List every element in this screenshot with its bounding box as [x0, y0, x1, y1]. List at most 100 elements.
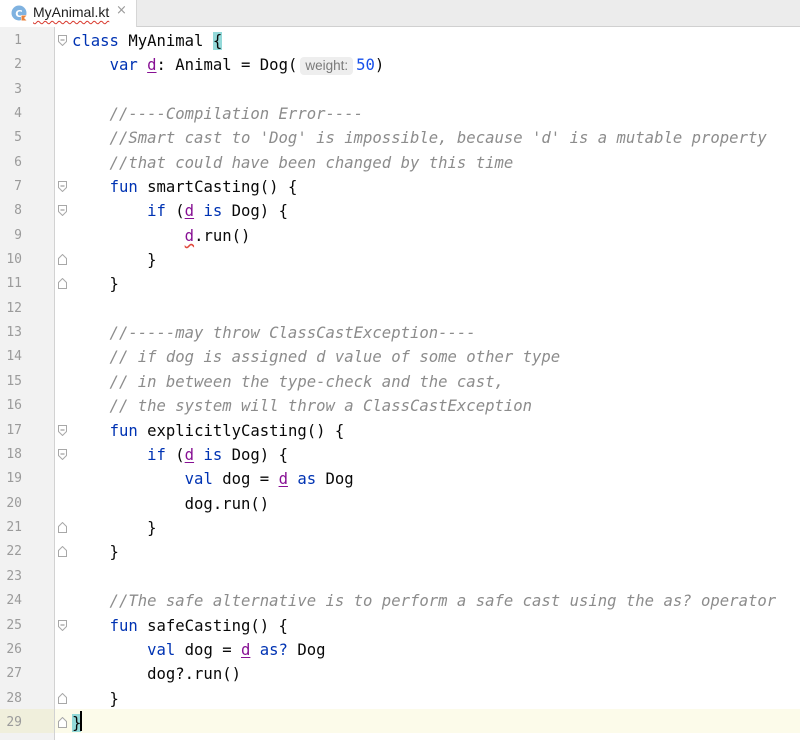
- fold-open-icon[interactable]: [58, 181, 67, 192]
- line-number: 29: [6, 715, 22, 730]
- code-fragment: (: [165, 202, 185, 220]
- line-number: 2: [14, 57, 22, 72]
- error-property-reference[interactable]: d: [185, 227, 194, 245]
- code-text: }: [72, 543, 119, 561]
- code-line: 14 // if dog is assigned d value of some…: [0, 345, 800, 369]
- comment: //The safe alternative is to perform a s…: [72, 592, 777, 610]
- code-line: 26 val dog = d as? Dog: [0, 638, 800, 662]
- keyword: fun: [109, 422, 138, 440]
- code-line: 20 dog.run(): [0, 492, 800, 516]
- code-line: 29 }: [0, 711, 800, 735]
- line-number: 19: [6, 471, 22, 486]
- code-text: fun explicitlyCasting() {: [72, 421, 345, 441]
- line-number: 8: [14, 203, 22, 218]
- code-line: 19 val dog = d as Dog: [0, 467, 800, 491]
- keyword: val: [147, 641, 176, 659]
- code-line: 5 //Smart cast to 'Dog' is impossible, b…: [0, 126, 800, 150]
- line-number: 20: [6, 496, 22, 511]
- code-fragment: smartCasting() {: [137, 178, 298, 196]
- keyword: as?: [259, 641, 288, 659]
- fold-open-icon[interactable]: [58, 425, 67, 436]
- class-name: MyAnimal: [118, 32, 213, 50]
- code-text: if (d is Dog) {: [72, 201, 288, 221]
- comment: // the system will throw a ClassCastExce…: [72, 397, 533, 415]
- code-line: 24 //The safe alternative is to perform …: [0, 589, 800, 613]
- line-number: 12: [6, 301, 22, 316]
- line-number: 22: [6, 544, 22, 559]
- property-reference: d: [147, 56, 157, 74]
- code-line: 18 if (d is Dog) {: [0, 443, 800, 467]
- code-text: fun safeCasting() {: [72, 616, 288, 636]
- code-fragment: explicitlyCasting() {: [137, 422, 345, 440]
- code-text: }: [72, 519, 157, 537]
- line-number: 21: [6, 520, 22, 535]
- property-reference: d: [184, 202, 195, 220]
- code-fragment: .run(): [194, 227, 251, 245]
- code-line: 12: [0, 297, 800, 321]
- keyword: fun: [109, 178, 138, 196]
- code-line: 7 fun smartCasting() {: [0, 175, 800, 199]
- code-fragment: (: [165, 446, 185, 464]
- text-caret: [80, 711, 82, 731]
- code-fragment: Dog) {: [222, 446, 288, 464]
- line-number: 17: [6, 423, 22, 438]
- fold-open-icon[interactable]: [58, 35, 67, 46]
- line-number: 5: [14, 130, 22, 145]
- code-fragment: : Animal = Dog(: [156, 56, 298, 74]
- code-text: }: [72, 275, 119, 293]
- fold-close-icon[interactable]: [58, 278, 67, 289]
- fold-open-icon[interactable]: [58, 205, 67, 216]
- line-number: 11: [6, 276, 22, 291]
- keyword: is: [203, 202, 223, 220]
- comment: //that could have been changed by this t…: [72, 154, 514, 172]
- comment: //Smart cast to 'Dog' is impossible, bec…: [72, 129, 767, 147]
- property-reference: d: [241, 641, 251, 659]
- property-reference: d: [184, 446, 195, 464]
- matched-brace: {: [212, 32, 223, 50]
- code-line: 1 class MyAnimal {: [0, 29, 800, 53]
- code-line: 17 fun explicitlyCasting() {: [0, 419, 800, 443]
- tab-label: MyAnimal.kt: [33, 4, 110, 20]
- fold-close-icon[interactable]: [58, 693, 67, 704]
- line-number: 9: [14, 228, 22, 243]
- fold-open-icon[interactable]: [58, 449, 67, 460]
- code-line: 27 dog?.run(): [0, 662, 800, 686]
- tab-myanimal-kt[interactable]: C MyAnimal.kt ×: [0, 0, 137, 28]
- line-number: 16: [6, 398, 22, 413]
- code-line: 21 }: [0, 516, 800, 540]
- kotlin-class-icon: C: [11, 5, 27, 21]
- code-line: 22 }: [0, 540, 800, 564]
- code-line: 11 }: [0, 272, 800, 296]
- code-text: val dog = d as Dog: [72, 469, 354, 489]
- code-fragment: safeCasting() {: [137, 617, 288, 635]
- close-icon[interactable]: ×: [116, 3, 127, 18]
- line-number: 27: [6, 666, 22, 681]
- code-line: 10 }: [0, 248, 800, 272]
- line-number: 28: [6, 691, 22, 706]
- fold-close-icon[interactable]: [58, 254, 67, 265]
- keyword: val: [184, 470, 213, 488]
- code-fragment: Dog: [287, 641, 326, 659]
- fold-open-icon[interactable]: [58, 620, 67, 631]
- keyword: if: [147, 202, 166, 220]
- fold-close-icon[interactable]: [58, 546, 67, 557]
- code-editor[interactable]: 1 class MyAnimal { 2 var d: Animal = Dog…: [0, 27, 800, 740]
- code-line: 4 //----Compilation Error----: [0, 102, 800, 126]
- comment: //-----may throw ClassCastException----: [72, 324, 476, 342]
- code-line: 2 var d: Animal = Dog(weight: 50): [0, 53, 800, 77]
- code-line: 6 //that could have been changed by this…: [0, 151, 800, 175]
- fold-close-icon[interactable]: [58, 522, 67, 533]
- code-text: }: [72, 251, 157, 269]
- fold-close-icon[interactable]: [58, 717, 67, 728]
- code-fragment: dog =: [175, 641, 241, 659]
- line-number: 26: [6, 642, 22, 657]
- line-number: 3: [14, 82, 22, 97]
